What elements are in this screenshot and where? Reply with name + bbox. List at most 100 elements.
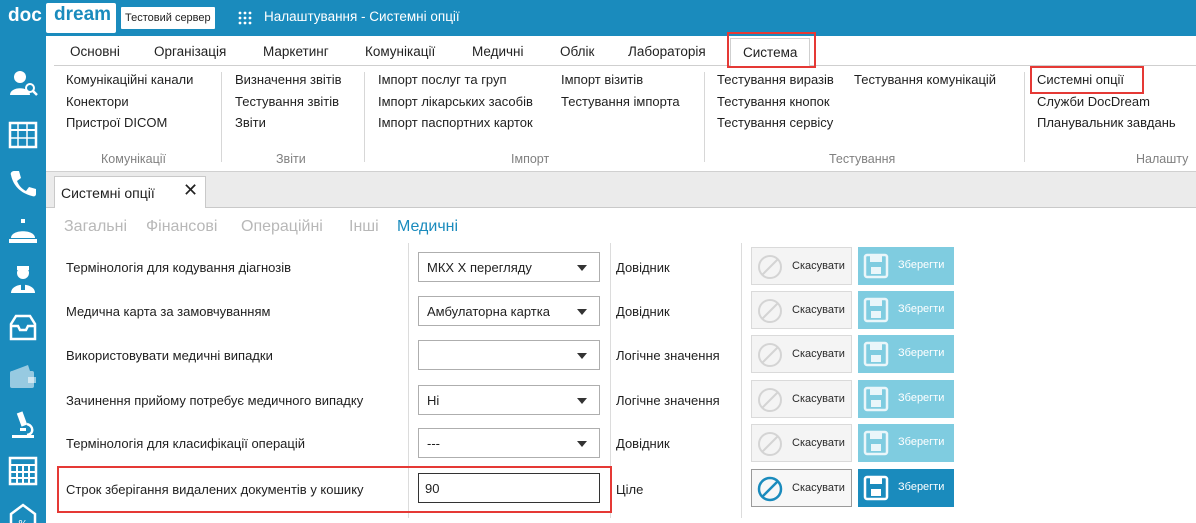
ribbon: Основні Організація Маркетинг Комунікаці…: [46, 32, 1196, 172]
option-name: Медична карта за замовчуванням: [66, 304, 271, 319]
ribbon-separator: [221, 72, 222, 162]
ribbon-tab-medical[interactable]: Медичні: [472, 44, 524, 59]
inbox-icon[interactable]: [8, 312, 38, 342]
cancel-button[interactable]: Скасувати: [751, 335, 852, 373]
ribbon-separator: [1024, 72, 1025, 162]
ribbon-tab-organization[interactable]: Організація: [154, 44, 226, 59]
ribbon-item-report-testing[interactable]: Тестування звітів: [235, 94, 339, 109]
ribbon-item-button-testing[interactable]: Тестування кнопок: [717, 94, 830, 109]
ribbon-item-connectors[interactable]: Конектори: [66, 94, 129, 109]
doctor-icon[interactable]: [8, 264, 38, 294]
cancel-icon: [758, 343, 782, 367]
select-value: Ні: [427, 393, 440, 408]
ribbon-item-reports[interactable]: Звіти: [235, 115, 266, 130]
ribbon-item-import-visits[interactable]: Імпорт візитів: [561, 72, 643, 87]
option-value-select[interactable]: МКХ X перегляду: [418, 252, 600, 282]
ribbon-item-system-options[interactable]: Системні опції: [1037, 72, 1124, 87]
ribbon-tab-laboratory[interactable]: Лабораторія: [628, 44, 706, 59]
discount-icon[interactable]: %: [8, 502, 38, 523]
option-name: Використовувати медичні випадки: [66, 348, 273, 363]
svg-text:%: %: [18, 519, 28, 523]
dropdown-arrow-icon: [577, 353, 587, 359]
ribbon-item-import-testing[interactable]: Тестування імпорта: [561, 94, 680, 109]
trash-retention-input[interactable]: [418, 473, 600, 503]
phone-icon[interactable]: [8, 168, 38, 198]
schedule-grid-icon[interactable]: [8, 456, 38, 486]
ribbon-item-docdream-services[interactable]: Служби DocDream: [1037, 94, 1150, 109]
document-tab-bar: Системні опції ✕: [46, 172, 1196, 209]
cancel-button[interactable]: Скасувати: [751, 469, 852, 507]
ribbon-separator: [364, 72, 365, 162]
save-label: Зберегти: [898, 347, 945, 359]
microscope-icon[interactable]: [8, 410, 38, 440]
grid-column-divider: [408, 243, 409, 518]
dropdown-arrow-icon: [577, 441, 587, 447]
option-value-select[interactable]: [418, 340, 600, 370]
ribbon-group-label-reports: Звіти: [276, 152, 306, 166]
ribbon-tab-accounting[interactable]: Облік: [560, 44, 594, 59]
cancel-button[interactable]: Скасувати: [751, 247, 852, 285]
cancel-label: Скасувати: [792, 482, 845, 494]
ribbon-group-label-testing: Тестування: [829, 152, 896, 166]
wallet-icon[interactable]: [8, 362, 38, 392]
document-tab-label: Системні опції: [61, 185, 155, 201]
ribbon-tab-main[interactable]: Основні: [70, 44, 120, 59]
ribbon-item-task-scheduler[interactable]: Планувальник завдань: [1037, 115, 1176, 130]
logo-dream-text: dream: [54, 4, 112, 25]
option-type: Логічне значення: [616, 348, 720, 363]
option-type: Довідник: [616, 436, 670, 451]
subtab-financial[interactable]: Фінансові: [146, 218, 217, 236]
save-button[interactable]: Зберегти: [858, 469, 954, 507]
option-value-select[interactable]: Ні: [418, 385, 600, 415]
ribbon-group-label-settings: Налашту: [1136, 152, 1189, 166]
subtab-medical[interactable]: Медичні: [397, 218, 458, 236]
ribbon-tab-system[interactable]: Система: [730, 38, 811, 66]
ribbon-item-import-drugs[interactable]: Імпорт лікарських засобів: [378, 94, 533, 109]
cancel-icon: [758, 388, 782, 412]
window-title: Налаштування - Системні опції: [264, 9, 460, 24]
ribbon-item-expression-testing[interactable]: Тестування виразів: [717, 72, 834, 87]
dropdown-arrow-icon: [577, 309, 587, 315]
option-value-select[interactable]: Амбулаторна картка: [418, 296, 600, 326]
save-button[interactable]: Зберегти: [858, 380, 954, 418]
save-button[interactable]: Зберегти: [858, 247, 954, 285]
select-value: Амбулаторна картка: [427, 304, 550, 319]
cancel-icon: [758, 432, 782, 456]
cancel-button[interactable]: Скасувати: [751, 424, 852, 462]
ribbon-item-import-services[interactable]: Імпорт послуг та груп: [378, 72, 507, 87]
subtab-other[interactable]: Інші: [349, 218, 379, 236]
ribbon-item-dicom-devices[interactable]: Пристрої DICOM: [66, 115, 167, 130]
ribbon-item-report-definitions[interactable]: Визначення звітів: [235, 72, 342, 87]
ribbon-item-service-testing[interactable]: Тестування сервісу: [717, 115, 833, 130]
save-button[interactable]: Зберегти: [858, 335, 954, 373]
option-name: Строк зберігання видалених документів у …: [66, 482, 364, 497]
ribbon-item-communication-channels[interactable]: Комунікаційні канали: [66, 72, 193, 87]
apps-grid-icon[interactable]: [237, 10, 253, 26]
ribbon-tab-marketing[interactable]: Маркетинг: [263, 44, 329, 59]
subtab-general[interactable]: Загальні: [64, 218, 127, 236]
option-name: Термінологія для кодування діагнозів: [66, 260, 292, 275]
user-search-icon[interactable]: [8, 68, 38, 98]
grid-column-divider: [610, 243, 611, 518]
subtab-operational[interactable]: Операційні: [241, 218, 323, 236]
cancel-button[interactable]: Скасувати: [751, 291, 852, 329]
ribbon-item-communication-testing[interactable]: Тестування комунікацій: [854, 72, 996, 87]
ribbon-item-import-passport-cards[interactable]: Імпорт паспортних карток: [378, 115, 533, 130]
save-button[interactable]: Зберегти: [858, 291, 954, 329]
save-icon: [863, 386, 889, 412]
save-icon: [863, 297, 889, 323]
document-tab-system-options[interactable]: Системні опції ✕: [54, 176, 206, 209]
close-icon[interactable]: ✕: [183, 180, 198, 201]
save-button[interactable]: Зберегти: [858, 424, 954, 462]
cancel-label: Скасувати: [792, 437, 845, 449]
option-type: Ціле: [616, 482, 644, 497]
calendar-grid-icon[interactable]: [8, 120, 38, 150]
option-name: Термінологія для класифікації операцій: [66, 436, 305, 451]
option-value-select[interactable]: ---: [418, 428, 600, 458]
cancel-label: Скасувати: [792, 393, 845, 405]
reception-bell-icon[interactable]: [8, 216, 38, 246]
dropdown-arrow-icon: [577, 265, 587, 271]
cancel-button[interactable]: Скасувати: [751, 380, 852, 418]
ribbon-tab-communications[interactable]: Комунікації: [365, 44, 435, 59]
ribbon-group-label-import: Імпорт: [511, 152, 550, 166]
